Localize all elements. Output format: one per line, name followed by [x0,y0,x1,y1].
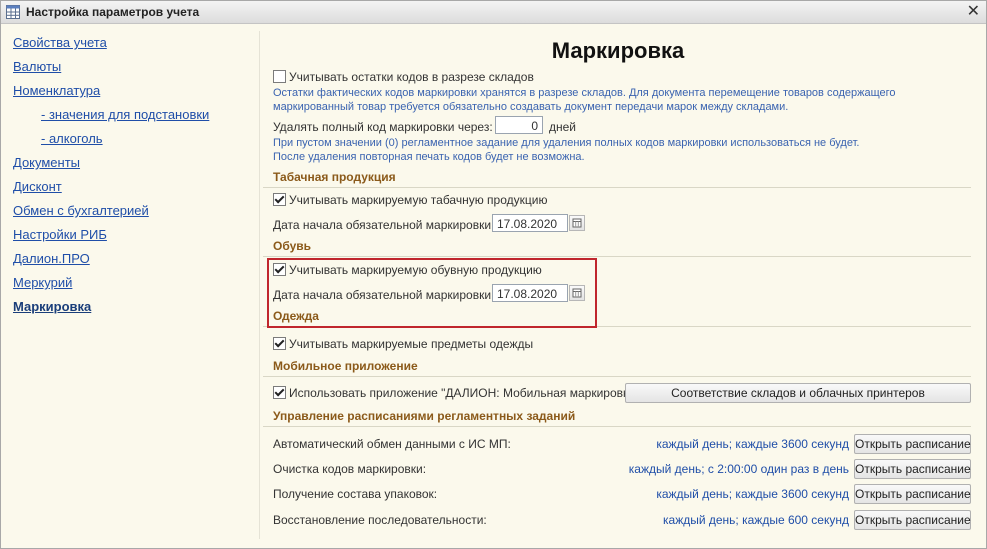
section-separator [263,187,971,188]
schedule-link[interactable]: каждый день; каждые 3600 секунд [656,437,849,451]
clothes-checkbox[interactable] [273,337,286,350]
schedule-link[interactable]: каждый день; каждые 3600 секунд [656,487,849,501]
sidebar-item-accounting-properties[interactable]: Свойства учета [13,35,107,50]
warehouse-printer-mapping-button[interactable]: Соответствие складов и облачных принтеро… [625,383,971,403]
sidebar-item-rib-settings[interactable]: Настройки РИБ [13,227,107,242]
section-mobile-app: Мобильное приложение [273,359,418,373]
calendar-icon [572,218,582,228]
window-title: Настройка параметров учета [26,5,200,19]
highlight-box [267,258,597,328]
clothes-checkbox-label: Учитывать маркируемые предметы одежды [289,337,534,351]
sidebar-item-marking[interactable]: Маркировка [13,299,91,314]
sidebar-item-discount[interactable]: Дисконт [13,179,62,194]
tobacco-date-label: Дата начала обязательной маркировки: [273,218,495,232]
sidebar-item-accounting-exchange[interactable]: Обмен с бухгалтерией [13,203,149,218]
section-shoes: Обувь [273,239,312,253]
section-separator [263,426,971,427]
schedule-row-label: Получение состава упаковок: [273,487,438,501]
delete-code-unit: дней [549,120,577,134]
page-title: Маркировка [551,38,685,63]
open-schedule-button[interactable]: Открыть расписание [854,484,971,504]
section-separator [263,256,971,257]
schedule-row-label: Очистка кодов маркировки: [273,462,427,476]
warehouse-checkbox-row[interactable]: Учитывать остатки кодов в разрезе складо… [273,70,534,84]
open-schedule-button[interactable]: Открыть расписание [854,510,971,530]
sidebar-item-alcohol[interactable]: - алкоголь [41,131,103,146]
sidebar-divider [259,31,260,539]
clothes-checkbox-row[interactable]: Учитывать маркируемые предметы одежды [273,337,533,351]
main-content: Маркировка Учитывать остатки кодов в раз… [263,24,983,544]
table-icon [6,5,20,19]
delete-hint-line-1: При пустом значении (0) регламентное зад… [273,137,860,149]
tobacco-checkbox[interactable] [273,193,286,206]
warehouse-checkbox[interactable] [273,70,286,83]
schedule-row-label: Автоматический обмен данными с ИС МП: [273,437,511,451]
warehouse-hint-line-2: маркированный товар требуется обязательн… [273,101,789,113]
delete-code-days-input[interactable]: 0 [495,116,543,134]
mobile-app-checkbox[interactable] [273,386,286,399]
delete-hint-line-2: После удаления повторная печать кодов бу… [273,151,585,163]
section-schedules: Управление расписаниями регламентных зад… [273,409,576,423]
warehouse-hint-line-1: Остатки фактических кодов маркировки хра… [273,87,896,99]
delete-code-label: Удалять полный код маркировки через: [273,120,493,134]
mobile-app-checkbox-row[interactable]: Использовать приложение "ДАЛИОН: Мобильн… [273,386,639,400]
close-icon[interactable]: ✕ [967,3,980,21]
settings-window: Настройка параметров учета ✕ Свойства уч… [0,0,987,549]
warehouse-checkbox-label: Учитывать остатки кодов в разрезе складо… [289,70,534,84]
open-schedule-button[interactable]: Открыть расписание [854,434,971,454]
schedule-link[interactable]: каждый день; каждые 600 секунд [663,513,849,527]
sidebar-item-currencies[interactable]: Валюты [13,59,61,74]
tobacco-calendar-button[interactable] [569,215,585,231]
sidebar-item-documents[interactable]: Документы [13,155,80,170]
schedule-link[interactable]: каждый день; с 2:00:00 один раз в день [629,462,849,476]
sidebar: Свойства учета Валюты Номенклатура - зна… [1,24,259,544]
tobacco-checkbox-row[interactable]: Учитывать маркируемую табачную продукцию [273,193,547,207]
title-bar: Настройка параметров учета ✕ [1,1,986,24]
sidebar-item-mercury[interactable]: Меркурий [13,275,72,290]
tobacco-date-input[interactable]: 17.08.2020 [492,214,568,232]
schedule-row-label: Восстановление последовательности: [273,513,487,527]
sidebar-item-dalion-pro[interactable]: Далион.ПРО [13,251,90,266]
tobacco-checkbox-label: Учитывать маркируемую табачную продукцию [289,193,548,207]
sidebar-item-substitution-values[interactable]: - значения для подстановки [41,107,209,122]
section-separator [263,376,971,377]
mobile-app-checkbox-label: Использовать приложение "ДАЛИОН: Мобильн… [289,386,640,400]
open-schedule-button[interactable]: Открыть расписание [854,459,971,479]
sidebar-item-nomenclature[interactable]: Номенклатура [13,83,100,98]
section-tobacco: Табачная продукция [273,170,396,184]
